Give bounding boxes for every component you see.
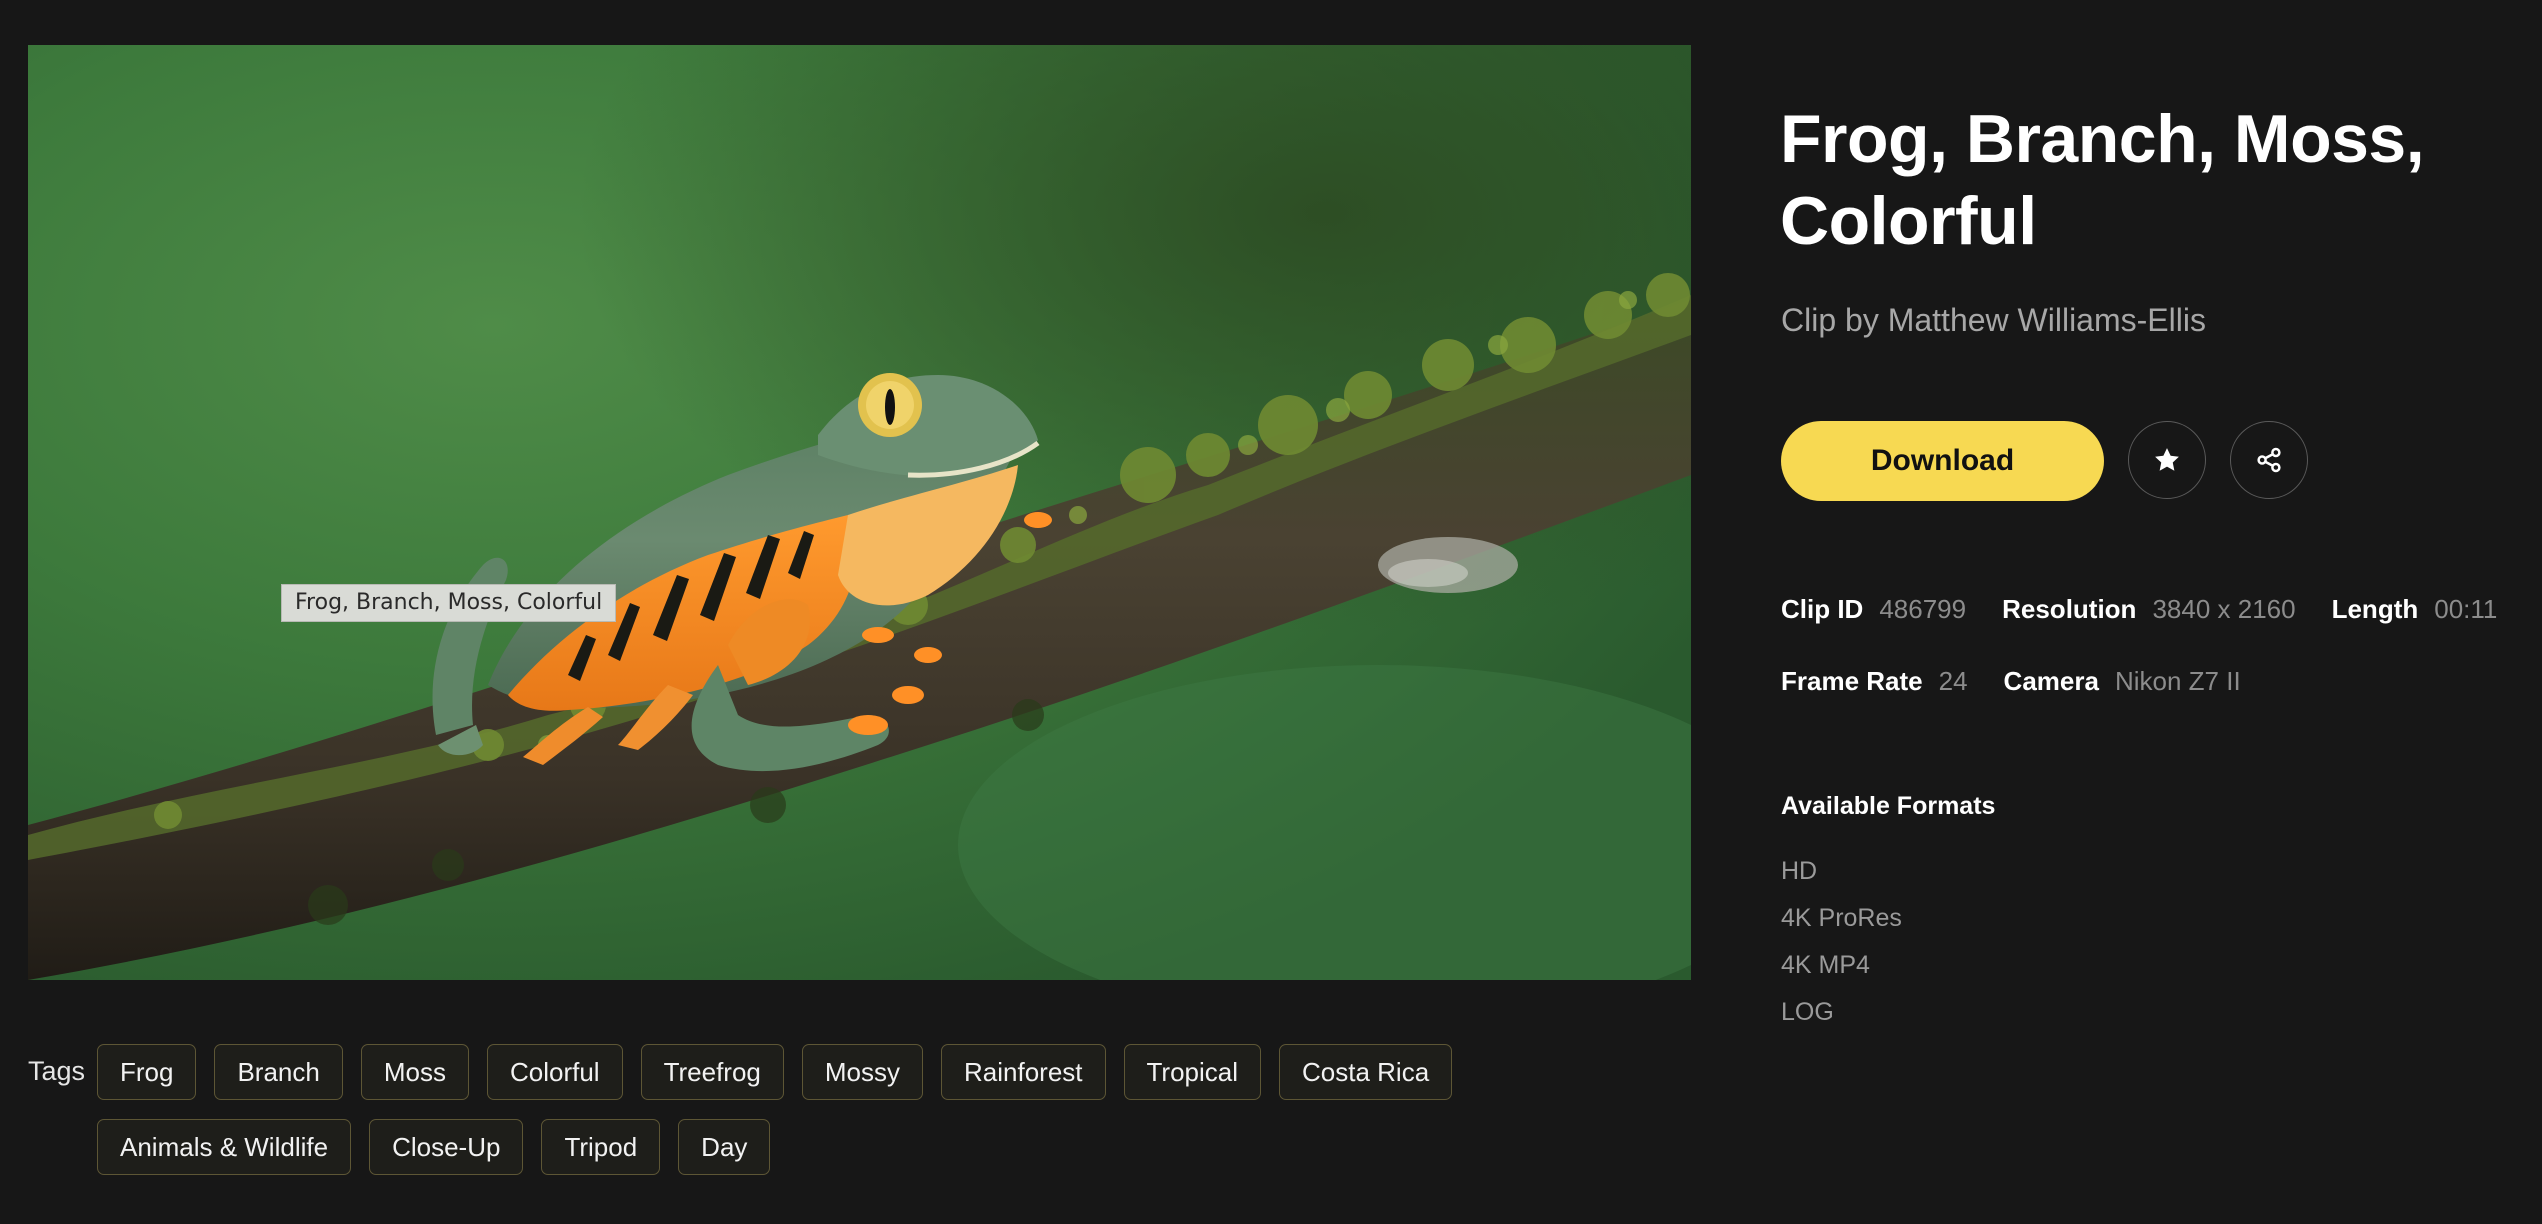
format-4k-mp4[interactable]: 4K MP4 xyxy=(1781,950,1902,997)
tag-animals-wildlife[interactable]: Animals & Wildlife xyxy=(97,1119,352,1175)
frame-rate-label: Frame Rate xyxy=(1781,666,1923,696)
tag-day[interactable]: Day xyxy=(678,1119,771,1175)
clip-preview[interactable]: Frog, Branch, Moss, Colorful xyxy=(28,45,1691,980)
image-tooltip: Frog, Branch, Moss, Colorful xyxy=(281,584,617,622)
available-formats-heading: Available Formats xyxy=(1781,792,1996,820)
tag-costa-rica[interactable]: Costa Rica xyxy=(1279,1044,1453,1100)
tag-colorful[interactable]: Colorful xyxy=(486,1044,623,1100)
tag-tropical[interactable]: Tropical xyxy=(1123,1044,1262,1100)
frog-on-branch-image xyxy=(28,45,1691,980)
formats-list: HD 4K ProRes 4K MP4 LOG xyxy=(1781,856,1902,1044)
star-icon xyxy=(2155,448,2179,471)
clip-id-label: Clip ID xyxy=(1781,594,1864,624)
tag-close-up[interactable]: Close-Up xyxy=(369,1119,524,1175)
camera-value: Nikon Z7 II xyxy=(2114,666,2241,696)
resolution-label: Resolution xyxy=(2002,594,2137,624)
format-log[interactable]: LOG xyxy=(1781,997,1902,1044)
tag-moss[interactable]: Moss xyxy=(360,1044,469,1100)
tags-label: Tags xyxy=(28,1056,86,1086)
clip-detail-page: Frog, Branch, Moss, Colorful Tags Frog B… xyxy=(0,0,2542,1224)
camera-label: Camera xyxy=(2003,666,2099,696)
clip-id-value: 486799 xyxy=(1879,594,1967,624)
clip-meta-row-2: Frame Rate 24 Camera Nikon Z7 II xyxy=(1781,666,2277,697)
share-button[interactable] xyxy=(2230,421,2308,499)
clip-byline[interactable]: Clip by Matthew Williams-Ellis xyxy=(1781,302,2206,339)
length-value: 00:11 xyxy=(2434,594,2498,624)
tag-frog[interactable]: Frog xyxy=(97,1044,197,1100)
tag-tripod[interactable]: Tripod xyxy=(541,1119,661,1175)
download-button[interactable]: Download xyxy=(1781,421,2104,501)
frame-rate-value: 24 xyxy=(1938,666,1968,696)
clip-meta-row-1: Clip ID 486799 Resolution 3840 x 2160 Le… xyxy=(1781,594,2497,625)
length-label: Length xyxy=(2331,594,2419,624)
tag-branch[interactable]: Branch xyxy=(214,1044,343,1100)
tags-row-2: Animals & Wildlife Close-Up Tripod Day xyxy=(97,1119,771,1175)
tag-mossy[interactable]: Mossy xyxy=(801,1044,923,1100)
favorite-button[interactable] xyxy=(2128,421,2206,499)
tags-row-1: Frog Branch Moss Colorful Treefrog Mossy… xyxy=(97,1044,1453,1100)
format-4k-prores[interactable]: 4K ProRes xyxy=(1781,903,1902,950)
resolution-value: 3840 x 2160 xyxy=(2152,594,2296,624)
tag-rainforest[interactable]: Rainforest xyxy=(941,1044,1106,1100)
format-hd[interactable]: HD xyxy=(1781,856,1902,903)
clip-title: Frog, Branch, Moss, Colorful xyxy=(1780,101,2425,259)
tag-treefrog[interactable]: Treefrog xyxy=(640,1044,784,1100)
share-icon xyxy=(2257,447,2281,473)
